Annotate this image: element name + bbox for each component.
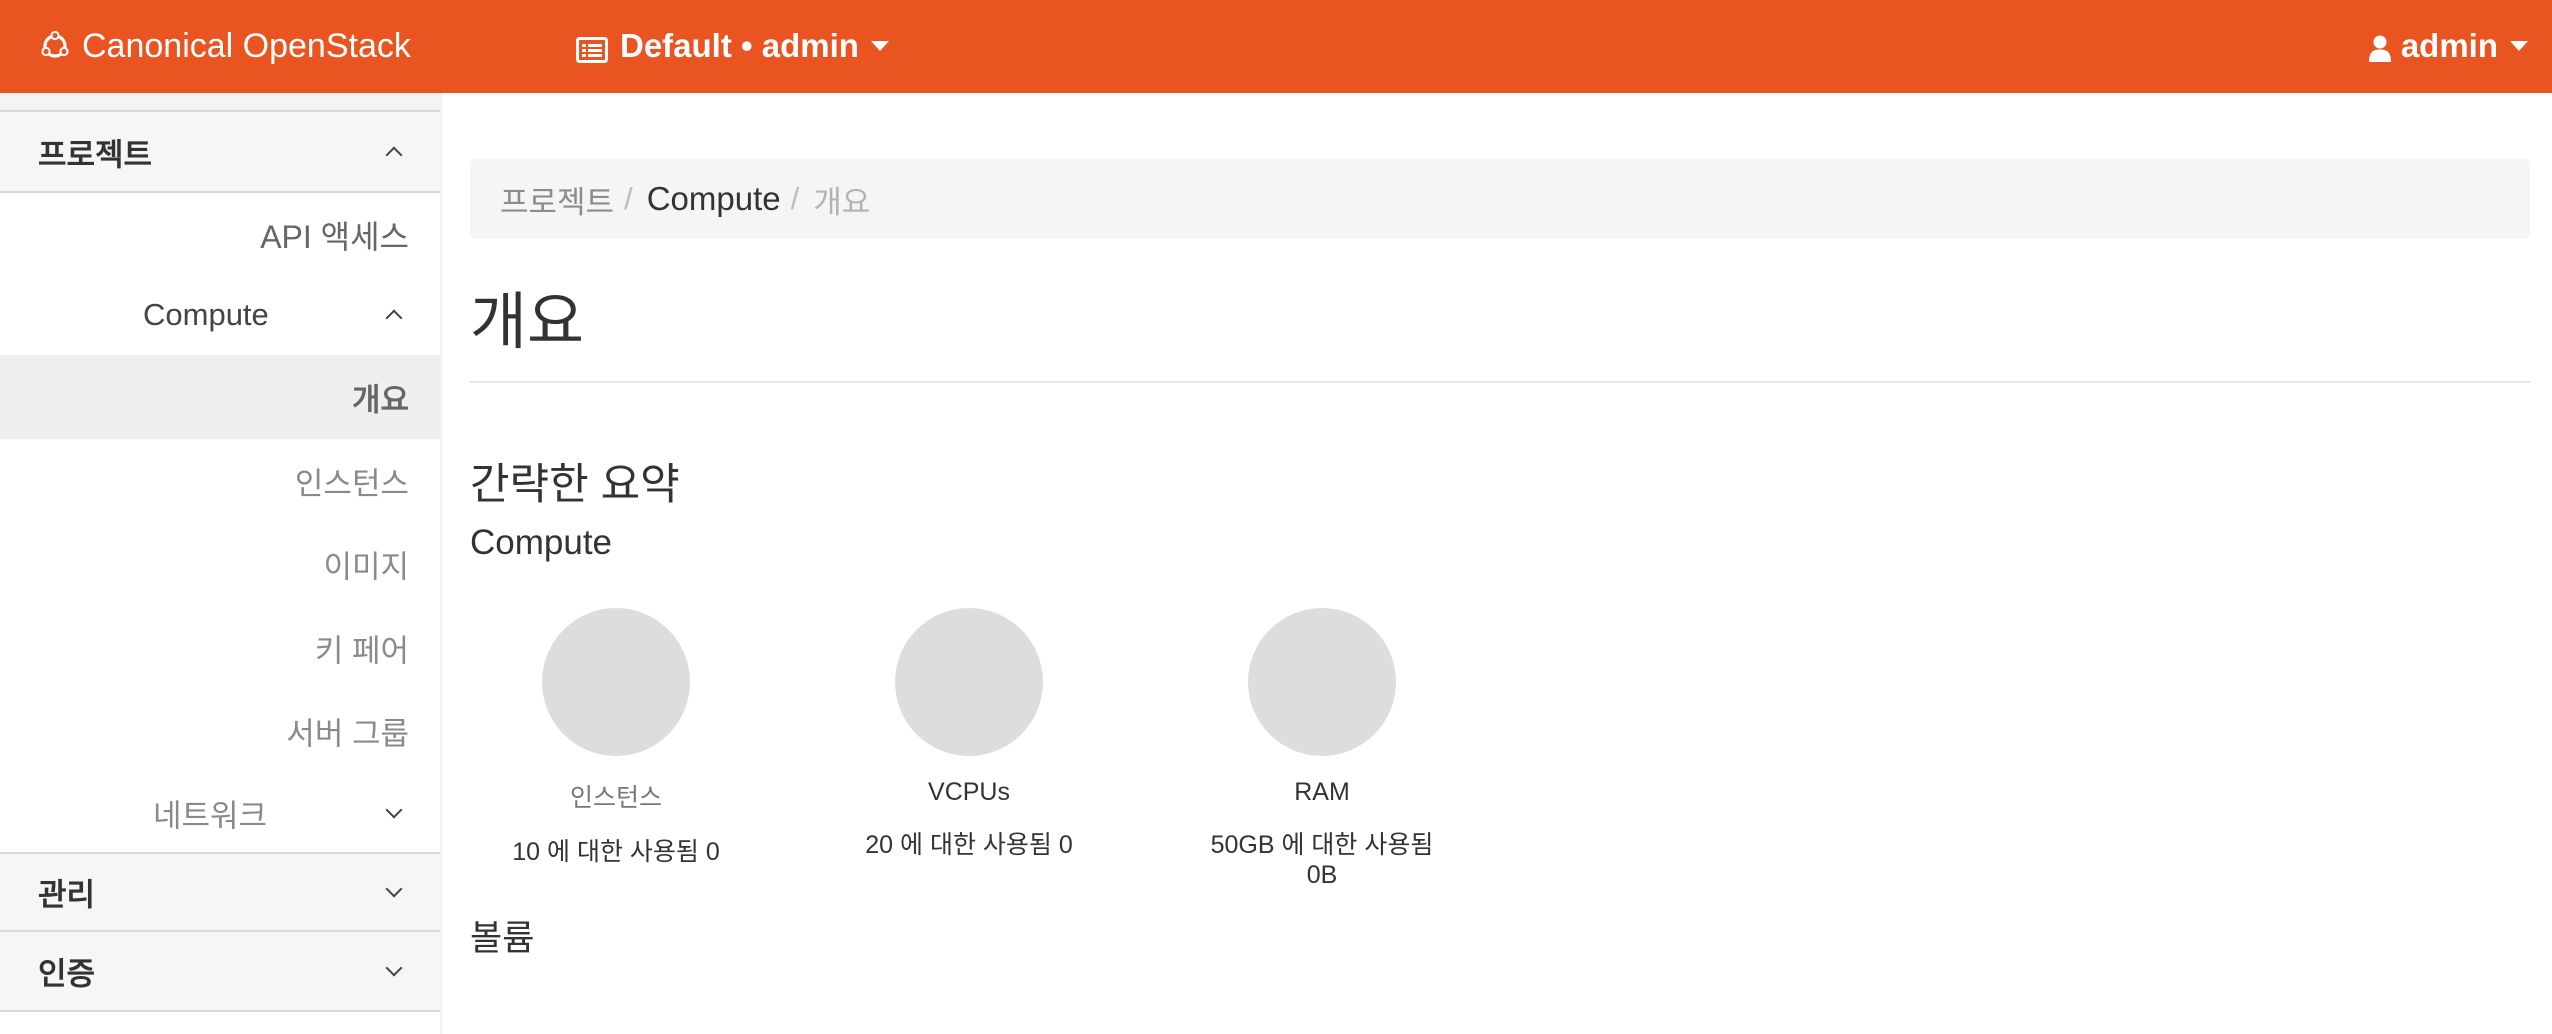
breadcrumb: 프로젝트 / Compute / 개요: [470, 159, 2530, 239]
usage-pie-title: RAM: [1294, 778, 1350, 806]
breadcrumb-separator: /: [790, 181, 800, 216]
project-selector-dropdown[interactable]: Default • admin: [576, 24, 889, 68]
sidebar-panel-admin[interactable]: 관리: [0, 852, 440, 932]
sidebar-group-label: 네트워크: [153, 798, 268, 834]
sidebar-item-label: 개요: [351, 382, 409, 418]
usage-pie-chart: [542, 608, 690, 756]
top-navbar: Canonical OpenStack Default • admin admi…: [0, 0, 2552, 93]
sidebar-group-network[interactable]: 네트워크: [0, 771, 440, 855]
breadcrumb-compute[interactable]: Compute: [647, 180, 781, 218]
sidebar-item-instances[interactable]: 인스턴스: [0, 439, 440, 523]
sidebar-item-label: 서버 그룹: [286, 716, 409, 752]
compute-heading: Compute: [470, 523, 613, 562]
usage-pie-ram: RAM 50GB 에 대한 사용됨 0B: [1192, 608, 1452, 890]
sidebar-panel-label: 관리: [38, 877, 96, 913]
chevron-down-icon: [385, 959, 403, 977]
project-selector-label: Default • admin: [620, 27, 859, 64]
list-icon: [576, 33, 608, 63]
user-icon: [2368, 32, 2391, 62]
sidebar-item-api-access[interactable]: API 액세스: [0, 193, 440, 277]
usage-pie-chart: [895, 608, 1043, 756]
summary-heading: 간략한 요약: [470, 461, 680, 509]
sidebar-item-label: 이미지: [323, 549, 409, 585]
user-menu-dropdown[interactable]: admin: [2368, 24, 2528, 68]
sidebar-item-label: 키 페어: [314, 633, 409, 669]
breadcrumb-project[interactable]: 프로젝트: [500, 177, 614, 222]
sidebar-panel-label: 프로젝트: [38, 137, 153, 172]
sidebar-panel-identity[interactable]: 인증: [0, 932, 440, 1012]
usage-pie-vcpus: VCPUs 20 에 대한 사용됨 0: [839, 608, 1099, 861]
usage-pie-text: 10 에 대한 사용됨 0: [512, 838, 720, 866]
user-menu-label: admin: [2400, 27, 2498, 64]
main-content: 프로젝트 / Compute / 개요 개요 간략한 요약 Compute 인스…: [470, 93, 2530, 1034]
breadcrumb-current: 개요: [813, 184, 871, 220]
chevron-down-icon: [385, 880, 403, 898]
title-divider: [470, 381, 2530, 383]
page-title: 개요: [470, 288, 585, 357]
volume-heading: 볼륨: [470, 919, 535, 958]
sidebar-item-overview[interactable]: 개요: [0, 355, 440, 439]
sidebar-item-label: API 액세스: [260, 219, 409, 255]
sidebar-panel-label: 인증: [38, 956, 96, 992]
brand-link[interactable]: Canonical OpenStack: [40, 24, 411, 68]
sidebar-item-key-pairs[interactable]: 키 페어: [0, 606, 440, 690]
sidebar-panel-project[interactable]: 프로젝트: [0, 112, 440, 193]
usage-pie-title: 인스턴스: [569, 784, 662, 812]
usage-pie-text: 50GB 에 대한 사용됨 0B: [1210, 831, 1434, 889]
usage-pie-title: VCPUs: [928, 778, 1010, 806]
usage-pie-instances: 인스턴스 10 에 대한 사용됨 0: [486, 608, 746, 868]
sidebar-item-server-groups[interactable]: 서버 그룹: [0, 689, 440, 773]
sidebar-item-images[interactable]: 이미지: [0, 522, 440, 606]
chevron-up-icon: [385, 146, 403, 163]
caret-down-icon: [2510, 41, 2528, 51]
sidebar: 프로젝트 API 액세스 Compute 개요 인스턴스 이미지 키 페어 서버…: [0, 93, 440, 1034]
breadcrumb-separator: /: [624, 181, 633, 216]
sidebar-group-compute[interactable]: Compute: [0, 273, 440, 357]
brand-name: Canonical OpenStack: [82, 26, 411, 65]
sidebar-shadow: [440, 93, 444, 1034]
caret-down-icon: [870, 41, 889, 51]
sidebar-item-label: 인스턴스: [294, 466, 409, 502]
sidebar-top-divider: [0, 93, 440, 112]
circle-of-friends-icon: [40, 30, 70, 61]
usage-pie-text: 20 에 대한 사용됨 0: [865, 831, 1073, 859]
usage-pie-chart: [1248, 608, 1396, 756]
sidebar-group-label: Compute: [143, 297, 269, 332]
